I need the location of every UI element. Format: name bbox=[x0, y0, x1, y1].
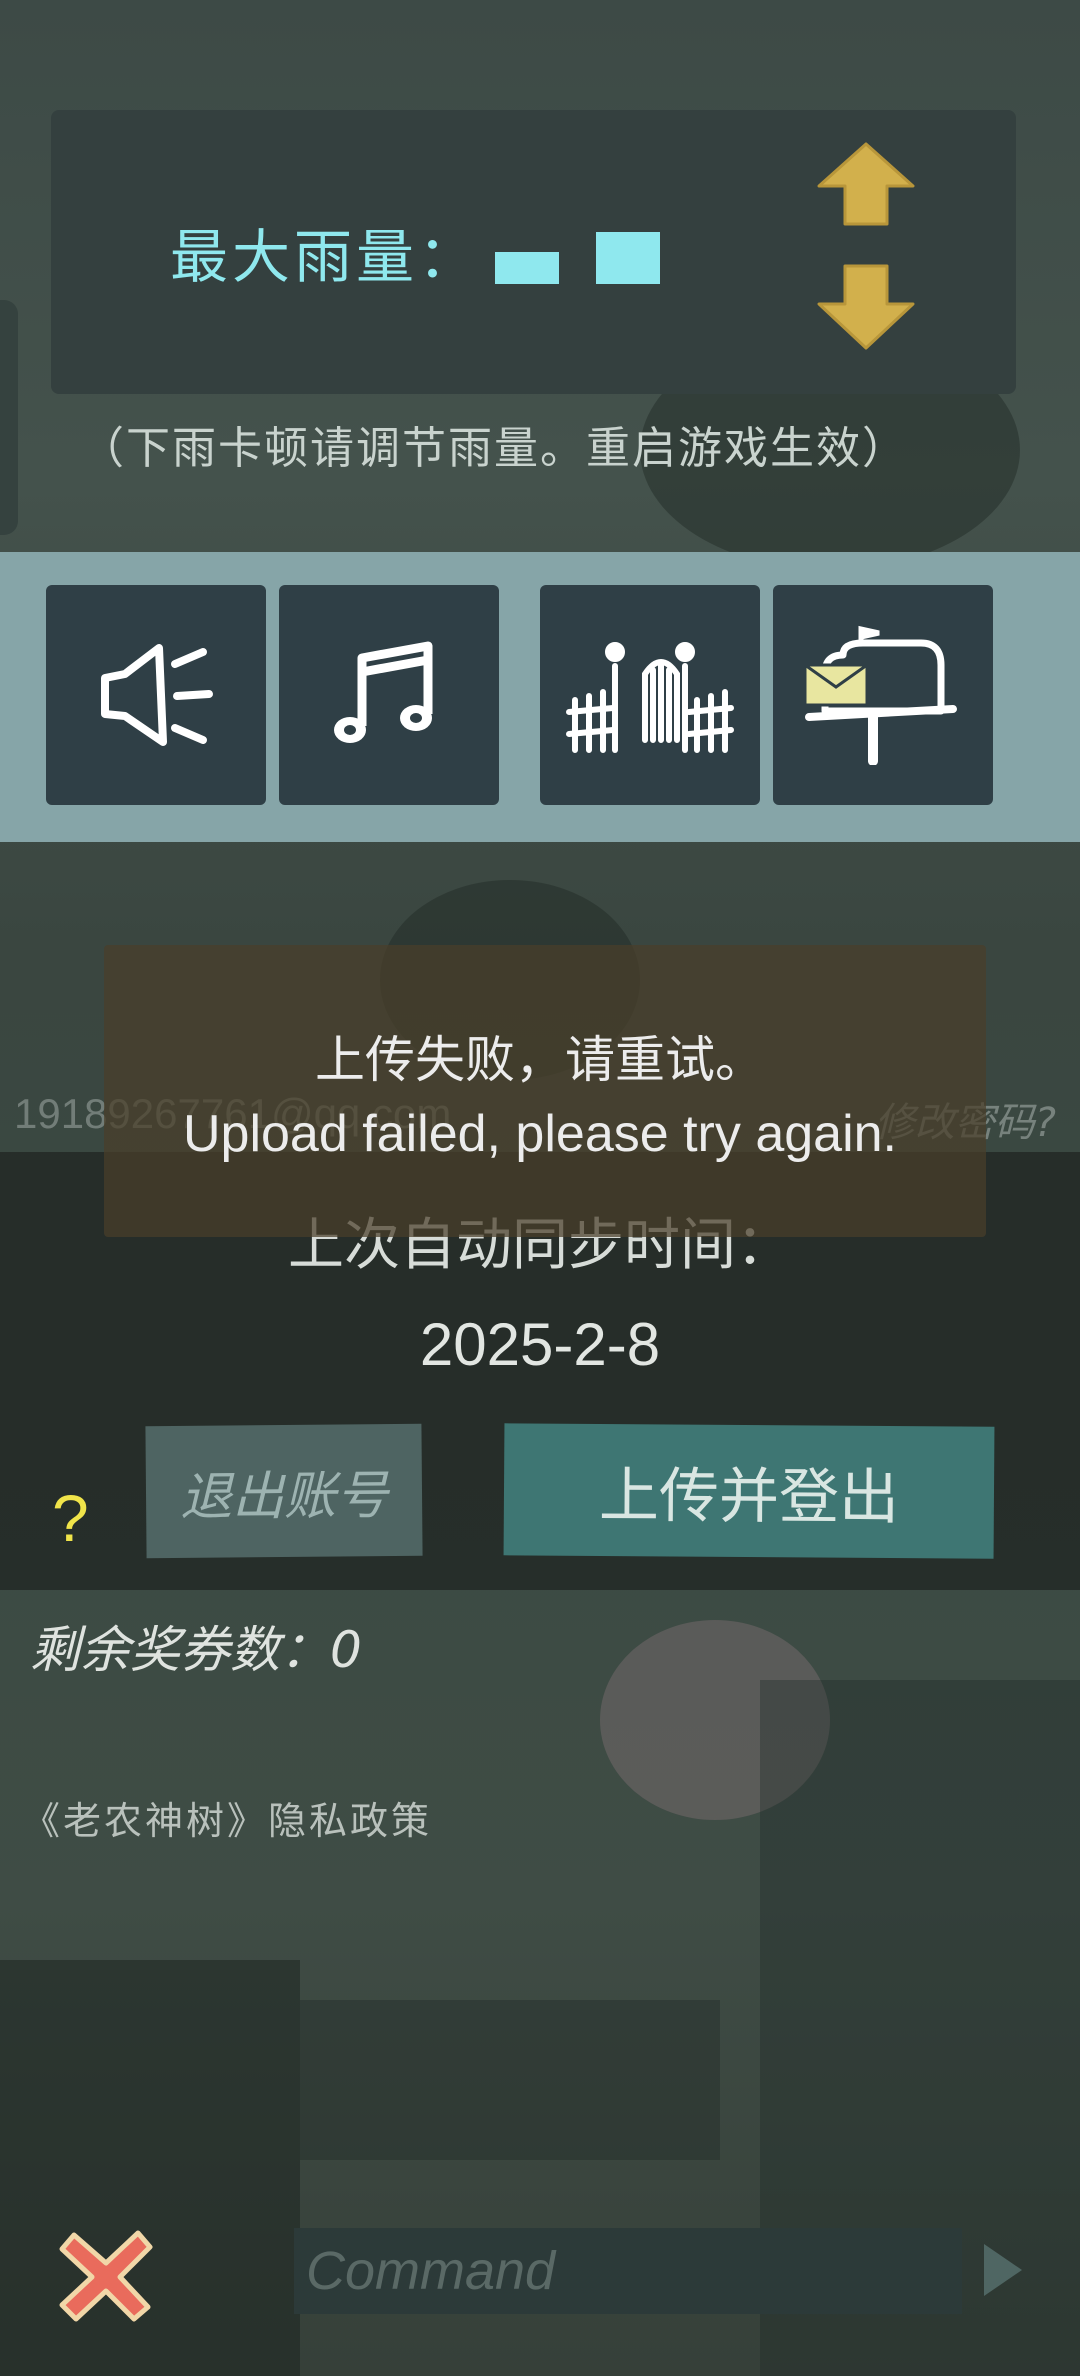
music-button[interactable] bbox=[279, 585, 499, 805]
rain-level-bar bbox=[495, 252, 559, 284]
arrow-down-icon[interactable] bbox=[815, 262, 917, 352]
upload-and-logout-button[interactable]: 上传并登出 bbox=[503, 1423, 995, 1559]
play-send-icon[interactable] bbox=[978, 2238, 1026, 2302]
background-tree bbox=[600, 1620, 830, 1820]
rain-hint-text: （下雨卡顿请调节雨量。重启游戏生效） bbox=[80, 423, 908, 474]
last-sync-date: 2025-2-8 bbox=[419, 1311, 661, 1378]
privacy-policy-link[interactable]: 《老农神树》隐私政策 bbox=[22, 1790, 432, 1845]
fence-button[interactable] bbox=[540, 585, 760, 805]
fence-icon bbox=[566, 642, 734, 753]
arrow-up-icon[interactable] bbox=[815, 140, 917, 230]
speaker-icon bbox=[101, 644, 213, 746]
close-x-icon[interactable] bbox=[56, 2225, 156, 2325]
mailbox-icon bbox=[803, 625, 957, 765]
background-rock bbox=[300, 2000, 720, 2160]
help-icon[interactable]: ? bbox=[52, 1480, 89, 1556]
mailbox-button[interactable] bbox=[773, 585, 993, 805]
rain-level-bar bbox=[596, 232, 660, 284]
command-input[interactable] bbox=[294, 2228, 962, 2314]
max-rain-label: 最大雨量： bbox=[170, 223, 481, 291]
sound-button[interactable] bbox=[46, 585, 266, 805]
toast-message-en: Upload failed, please try again. bbox=[182, 1105, 897, 1163]
side-drawer-tab[interactable] bbox=[0, 300, 18, 535]
toast-message-cn: 上传失败，请重试。 bbox=[315, 1031, 765, 1089]
music-note-icon bbox=[334, 641, 433, 743]
logout-button[interactable]: 退出账号 bbox=[145, 1423, 423, 1559]
remaining-tickets: 剩余奖券数：0 bbox=[30, 1621, 362, 1679]
